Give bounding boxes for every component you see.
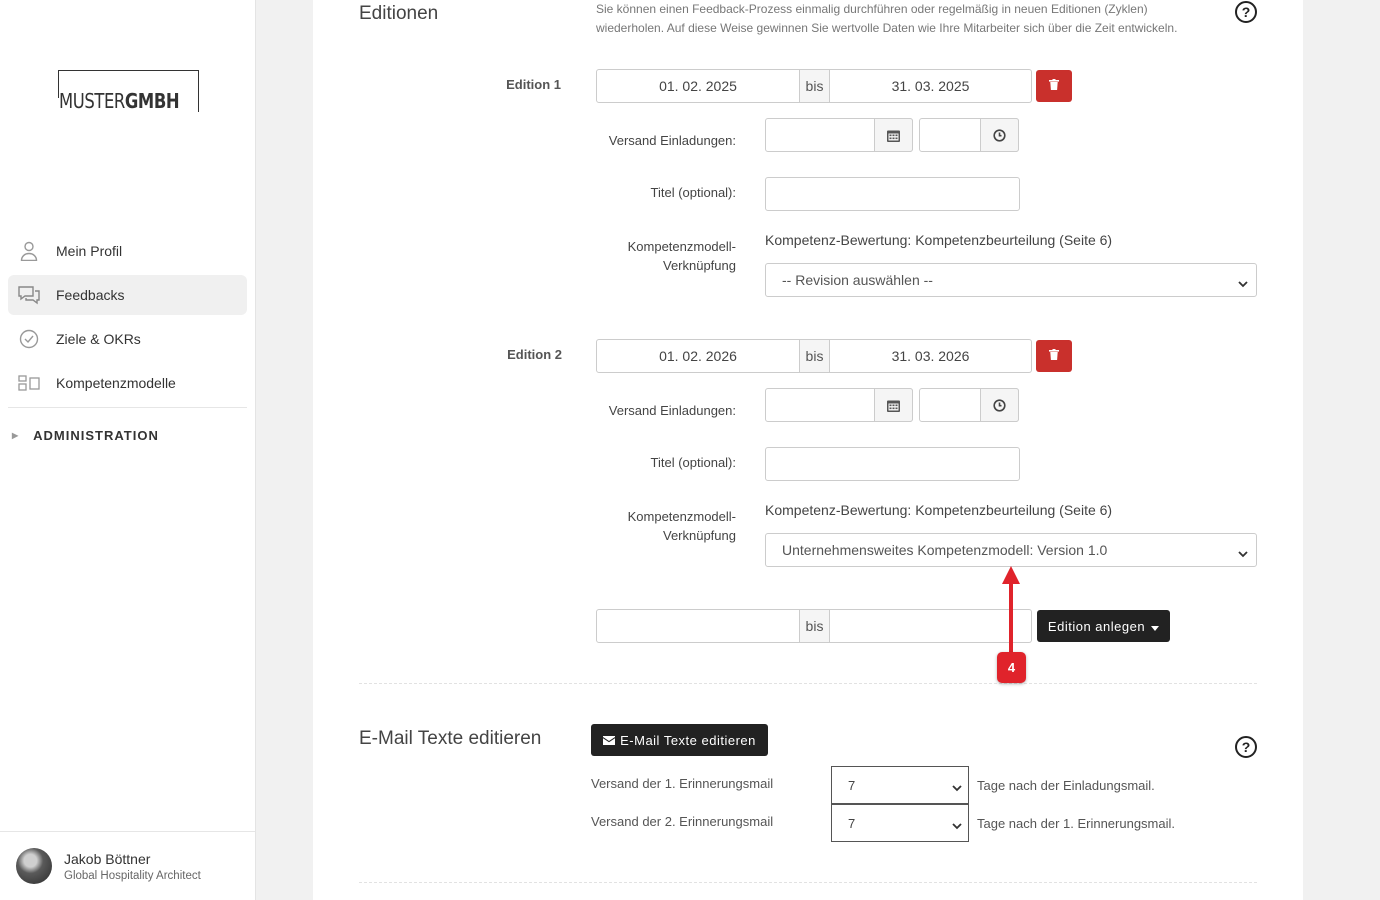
- reminder-1-select[interactable]: 7: [831, 766, 969, 804]
- edition-anlegen-button[interactable]: Edition anlegen: [1037, 610, 1170, 642]
- nav-label-feedbacks: Feedbacks: [56, 287, 125, 303]
- delete-edition-2-button[interactable]: [1036, 340, 1072, 372]
- new-edition-daterange: bis: [596, 609, 1032, 643]
- edition-2-from[interactable]: 01. 02. 2026: [597, 340, 799, 372]
- chevron-down-icon: [1238, 275, 1248, 291]
- reminder-1-label: Versand der 1. Erinnerungsmail: [591, 776, 774, 791]
- new-edition-from[interactable]: [597, 610, 799, 642]
- editions-description: Sie können einen Feedback-Prozess einmal…: [596, 2, 1178, 35]
- edition-2-send-time[interactable]: [919, 388, 1019, 422]
- reminder-2-label: Versand der 2. Erinnerungsmail: [591, 814, 774, 829]
- nav-item-feedbacks[interactable]: Feedbacks: [8, 275, 247, 315]
- admin-label: ADMINISTRATION: [33, 428, 159, 443]
- step-marker: 4: [997, 652, 1026, 683]
- reminder-1-value: 7: [848, 777, 856, 793]
- reminder-2-suffix: Tage nach der 1. Erinnerungsmail.: [977, 816, 1176, 831]
- envelope-icon: [603, 733, 616, 748]
- email-edit-button[interactable]: E-Mail Texte editieren: [591, 724, 768, 756]
- clock-icon[interactable]: [980, 388, 1019, 422]
- sidebar: MUSTERGMBH Mein Profil Feedbacks Ziele &…: [0, 0, 256, 900]
- edition-2-to[interactable]: 31. 03. 2026: [830, 340, 1031, 372]
- modules-icon: [18, 372, 40, 394]
- edition-1-label: Edition 1: [506, 77, 561, 92]
- trash-icon: [1049, 77, 1059, 95]
- reminder-2-select[interactable]: 7: [831, 804, 969, 842]
- reminder-2-value: 7: [848, 815, 856, 831]
- chevron-down-icon: [1238, 545, 1248, 561]
- check-circle-icon: [18, 328, 40, 350]
- trash-icon: [1049, 347, 1059, 365]
- annotation-arrow: [1009, 580, 1013, 652]
- edition-1-to[interactable]: 31. 03. 2025: [830, 70, 1031, 102]
- main-nav: Mein Profil Feedbacks Ziele & OKRs Kompe…: [8, 231, 247, 408]
- edition-1-revision-value: -- Revision auswählen --: [782, 272, 933, 288]
- nav-label-ziele-okrs: Ziele & OKRs: [56, 331, 141, 347]
- nav-divider: [8, 407, 247, 408]
- edition-2-label: Edition 2: [507, 347, 562, 362]
- avatar: [16, 848, 52, 884]
- edition-2-kb-title: Kompetenz-Bewertung: Kompetenzbeurteilun…: [765, 502, 1113, 518]
- nav-item-mein-profil[interactable]: Mein Profil: [8, 231, 247, 271]
- bis-addon: bis: [799, 610, 830, 642]
- edition-2-revision-value: Unternehmensweites Kompetenzmodell: Vers…: [782, 542, 1108, 558]
- edition-2-title-input[interactable]: [765, 447, 1020, 481]
- email-edit-label: E-Mail Texte editieren: [620, 732, 756, 748]
- reminder-1-suffix: Tage nach der Einladungsmail.: [977, 778, 1155, 793]
- nav-label-mein-profil: Mein Profil: [56, 243, 123, 259]
- edition-1-title-input[interactable]: [765, 177, 1020, 211]
- edition-anlegen-label: Edition anlegen: [1047, 618, 1146, 634]
- kompetenz-label-line1: Kompetenzmodell-: [627, 239, 736, 254]
- calendar-icon[interactable]: [874, 388, 913, 422]
- help-icon[interactable]: ?: [1235, 1, 1257, 23]
- titel-label: Titel (optional):: [650, 455, 737, 470]
- delete-edition-1-button[interactable]: [1036, 70, 1072, 102]
- edition-2-send-date[interactable]: [765, 388, 913, 422]
- chevron-down-icon: [952, 780, 962, 795]
- titel-label: Titel (optional):: [650, 185, 737, 200]
- kompetenz-label: Kompetenzmodell- Verknüpfung: [543, 237, 736, 275]
- calendar-icon[interactable]: [874, 118, 913, 152]
- edition-2-revision-select[interactable]: Unternehmensweites Kompetenzmodell: Vers…: [765, 533, 1257, 567]
- content-card: Editionen Sie können einen Feedback-Proz…: [313, 0, 1303, 900]
- nav-item-administration[interactable]: ▶ ADMINISTRATION: [12, 428, 159, 443]
- user-profile[interactable]: Jakob Böttner Global Hospitality Archite…: [0, 831, 255, 900]
- kompetenz-label-line2: Verknüpfung: [662, 528, 736, 543]
- edition-1-daterange: 01. 02. 2025 bis 31. 03. 2025: [596, 69, 1032, 103]
- nav-label-kompetenzmodelle: Kompetenzmodelle: [56, 375, 176, 391]
- bis-addon: bis: [799, 340, 830, 372]
- clock-icon[interactable]: [980, 118, 1019, 152]
- edition-1-from[interactable]: 01. 02. 2025: [597, 70, 799, 102]
- new-edition-to[interactable]: [830, 610, 1031, 642]
- chat-icon: [18, 284, 40, 306]
- edition-1-kb-title: Kompetenz-Bewertung: Kompetenzbeurteilun…: [765, 232, 1113, 248]
- edition-2-daterange: 01. 02. 2026 bis 31. 03. 2026: [596, 339, 1032, 373]
- chevron-down-icon: [952, 818, 962, 833]
- section-divider: [359, 683, 1257, 684]
- versand-label: Versand Einladungen:: [608, 403, 736, 418]
- user-role: Global Hospitality Architect: [64, 869, 201, 882]
- kompetenz-label-line1: Kompetenzmodell-: [627, 509, 736, 524]
- edition-1-send-date[interactable]: [765, 118, 913, 152]
- user-icon: [18, 240, 40, 262]
- help-icon[interactable]: ?: [1235, 736, 1257, 758]
- user-name: Jakob Böttner: [64, 850, 151, 867]
- company-logo[interactable]: MUSTERGMBH: [58, 70, 199, 113]
- edition-1-send-time[interactable]: [919, 118, 1019, 152]
- caret-right-icon: ▶: [12, 431, 20, 440]
- nav-item-ziele-okrs[interactable]: Ziele & OKRs: [8, 319, 247, 359]
- kompetenz-label: Kompetenzmodell- Verknüpfung: [543, 507, 736, 545]
- nav-item-kompetenzmodelle[interactable]: Kompetenzmodelle: [8, 363, 247, 403]
- logo-text-1: MUSTER: [59, 89, 125, 113]
- kompetenz-label-line2: Verknüpfung: [662, 258, 736, 273]
- caret-down-icon: [1151, 619, 1160, 634]
- section-divider: [359, 882, 1257, 883]
- logo-text-2: GMBH: [124, 89, 180, 113]
- editions-title: Editionen: [359, 3, 439, 24]
- bis-addon: bis: [799, 70, 830, 102]
- email-title: E-Mail Texte editieren: [359, 728, 542, 749]
- versand-label: Versand Einladungen:: [608, 133, 736, 148]
- edition-1-revision-select[interactable]: -- Revision auswählen --: [765, 263, 1257, 297]
